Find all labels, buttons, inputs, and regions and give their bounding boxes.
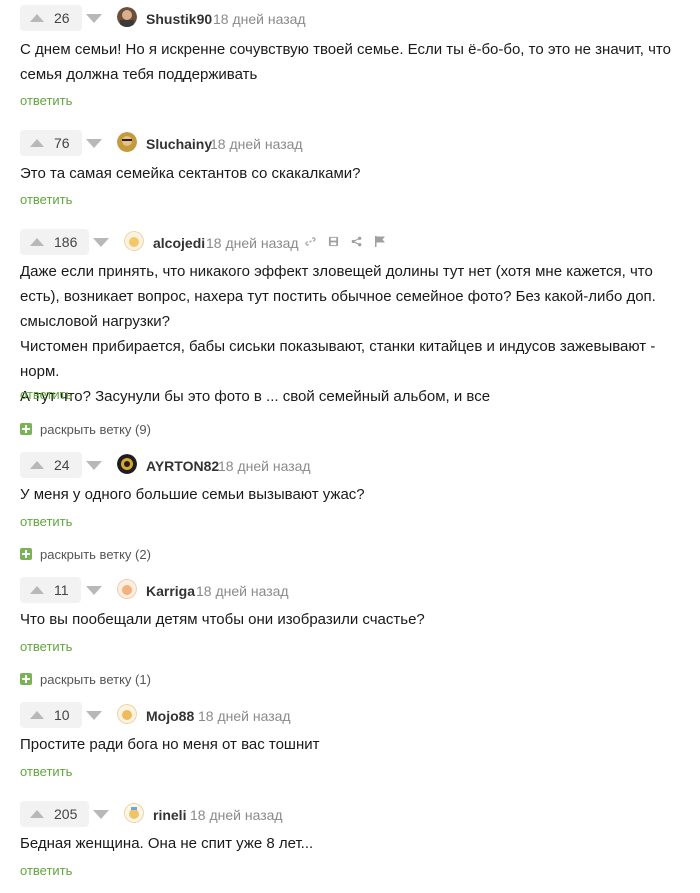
link-icon[interactable] (305, 234, 316, 252)
reply-link[interactable]: ответить (20, 93, 72, 108)
comment-header: 205 rineli 18 дней назад (0, 798, 700, 827)
timestamp[interactable]: 18 дней назад (198, 708, 291, 724)
upvote-button[interactable]: 205 (20, 801, 90, 827)
comment-2: 76 Sluchainy 18 дней назад Это та самая … (0, 125, 700, 215)
comment-text: Даже если принять, что никакого эффект з… (20, 263, 656, 405)
comment-7: 205 rineli 18 дней назад Бедная женщина.… (0, 797, 700, 893)
reply-link[interactable]: ответить (20, 514, 72, 529)
username[interactable]: Mojo88 (146, 708, 194, 724)
reply-link[interactable]: ответить (20, 863, 72, 878)
timestamp[interactable]: 18 дней назад (218, 458, 311, 474)
comment-header: 76 Sluchainy 18 дней назад (0, 127, 700, 156)
comment-3: 186 alcojedi 18 дней назад Даже если при… (0, 224, 700, 439)
comment-text: С днем семьи! Но я искренне сочувствую т… (20, 41, 671, 83)
upvote-button[interactable]: 26 (20, 5, 82, 31)
rating: 26 (54, 10, 70, 26)
plus-icon (20, 673, 32, 685)
arrow-up-icon (30, 586, 44, 594)
avatar[interactable] (117, 454, 137, 474)
timestamp[interactable]: 18 дней назад (213, 11, 306, 27)
plus-icon (20, 423, 32, 435)
expand-thread-button[interactable]: раскрыть ветку (2) (20, 546, 151, 562)
reply-link[interactable]: ответить (20, 639, 72, 654)
comment-tools (305, 234, 386, 252)
arrow-up-icon (30, 14, 44, 22)
upvote-button[interactable]: 10 (20, 702, 82, 728)
username[interactable]: rineli (153, 807, 186, 823)
reply-link[interactable]: ответить (20, 192, 72, 207)
arrow-up-icon (30, 711, 44, 719)
rating: 10 (54, 707, 70, 723)
comment-header: 26 Shustik90 18 дней назад (0, 2, 700, 31)
timestamp[interactable]: 18 дней назад (206, 235, 299, 251)
avatar[interactable] (117, 579, 137, 599)
timestamp[interactable]: 18 дней назад (190, 807, 283, 823)
reply-link[interactable]: ответить (20, 387, 72, 402)
comment-5: 11 Karriga 18 дней назад Что вы пообещал… (0, 573, 700, 691)
avatar[interactable] (117, 132, 137, 152)
flag-icon[interactable] (374, 234, 386, 252)
avatar[interactable] (124, 231, 144, 251)
comment-header: 11 Karriga 18 дней назад (0, 574, 700, 603)
arrow-down-icon (93, 237, 109, 247)
arrow-down-icon (86, 710, 102, 720)
comment-text: Это та самая семейка сектантов со скакал… (20, 165, 361, 182)
arrow-down-icon (86, 13, 102, 23)
reply-link[interactable]: ответить (20, 764, 72, 779)
comment-6: 10 Mojo88 18 дней назад Простите ради бо… (0, 698, 700, 788)
save-icon[interactable] (328, 234, 339, 252)
downvote-button[interactable] (82, 5, 106, 31)
arrow-down-icon (93, 809, 109, 819)
arrow-up-icon (30, 238, 44, 246)
comment-1: 26 Shustik90 18 дней назад С днем семьи!… (0, 0, 700, 115)
arrow-up-icon (30, 139, 44, 147)
avatar[interactable] (124, 803, 144, 823)
timestamp[interactable]: 18 дней назад (196, 583, 289, 599)
username[interactable]: Karriga (146, 583, 195, 599)
upvote-button[interactable]: 24 (20, 452, 82, 478)
comment-text: Простите ради бога но меня от вас тошнит (20, 736, 320, 753)
downvote-button[interactable] (89, 229, 113, 255)
rating: 11 (54, 582, 69, 598)
upvote-button[interactable]: 76 (20, 130, 82, 156)
rating: 186 (54, 234, 78, 250)
comment-text: У меня у одного большие семьи вызывают у… (20, 486, 365, 503)
username[interactable]: alcojedi (153, 235, 205, 251)
expand-thread-button[interactable]: раскрыть ветку (1) (20, 671, 151, 687)
downvote-button[interactable] (89, 801, 113, 827)
comment-header: 186 alcojedi 18 дней назад (0, 226, 700, 255)
arrow-up-icon (30, 461, 44, 469)
arrow-down-icon (86, 138, 102, 148)
upvote-button[interactable]: 11 (20, 577, 81, 603)
timestamp[interactable]: 18 дней назад (210, 136, 303, 152)
comment-header: 24 AYRTON82 18 дней назад (0, 449, 700, 478)
rating: 205 (54, 806, 78, 822)
username[interactable]: Sluchainy (146, 136, 212, 152)
downvote-button[interactable] (82, 577, 106, 603)
downvote-button[interactable] (82, 702, 106, 728)
upvote-button[interactable]: 186 (20, 229, 90, 255)
share-icon[interactable] (351, 234, 362, 252)
rating: 24 (54, 457, 70, 473)
expand-thread-button[interactable]: раскрыть ветку (9) (20, 421, 151, 437)
downvote-button[interactable] (82, 130, 106, 156)
arrow-up-icon (30, 810, 44, 818)
downvote-button[interactable] (82, 452, 106, 478)
username[interactable]: AYRTON82 (146, 458, 219, 474)
arrow-down-icon (86, 585, 102, 595)
username[interactable]: Shustik90 (146, 11, 212, 27)
plus-icon (20, 548, 32, 560)
comment-header: 10 Mojo88 18 дней назад (0, 699, 700, 728)
comment-text: Бедная женщина. Она не спит уже 8 лет... (20, 835, 314, 852)
arrow-down-icon (86, 460, 102, 470)
comment-4: 24 AYRTON82 18 дней назад У меня у одног… (0, 448, 700, 566)
comment-text: Что вы пообещали детям чтобы они изобраз… (20, 611, 425, 628)
rating: 76 (54, 135, 70, 151)
avatar[interactable] (117, 704, 137, 724)
avatar[interactable] (117, 7, 137, 27)
